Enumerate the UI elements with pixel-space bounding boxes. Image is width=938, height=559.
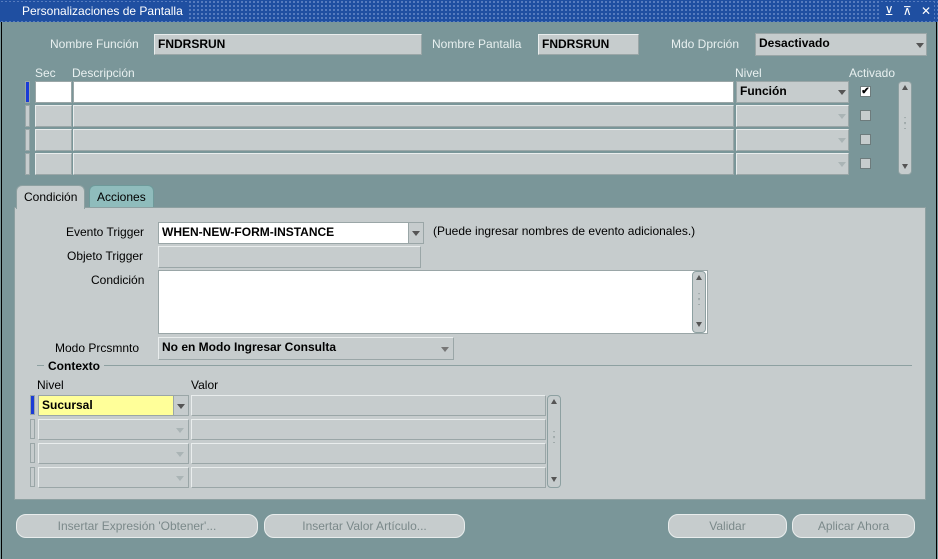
seq-field[interactable]: [35, 105, 72, 127]
insert-item-value-button[interactable]: Insertar Valor Artículo...: [264, 514, 465, 538]
context-row-indicator-current[interactable]: [30, 395, 35, 415]
enabled-checkbox[interactable]: [860, 110, 871, 121]
description-field[interactable]: [73, 105, 734, 127]
arrow-down-icon[interactable]: [696, 322, 702, 327]
chevron-down-icon: [176, 475, 184, 481]
seq-field[interactable]: [35, 81, 72, 103]
chevron-down-icon: [838, 114, 846, 119]
trigger-object-label: Objeto Trigger: [67, 249, 144, 263]
context-level-header: Nivel: [37, 378, 64, 392]
grid-scrollbar[interactable]: ⁚ ⁚: [898, 81, 912, 175]
enabled-checkbox[interactable]: [860, 134, 871, 145]
chevron-down-icon: [177, 403, 185, 409]
level-select[interactable]: Función: [736, 81, 849, 103]
processing-mode-value: No en Modo Ingresar Consulta: [162, 340, 337, 354]
seq-field[interactable]: [35, 129, 72, 151]
chevron-down-icon: [916, 42, 924, 48]
level-column-header: Nivel: [735, 66, 762, 80]
context-value-field[interactable]: [191, 467, 546, 488]
seq-column-header: Sec: [35, 66, 56, 80]
apply-now-button[interactable]: Aplicar Ahora: [792, 514, 915, 538]
debug-mode-label: Mdo Dprción: [671, 37, 740, 51]
condition-scrollbar[interactable]: ⁚ ⁚: [692, 271, 706, 333]
enabled-checkbox[interactable]: ✔: [860, 86, 871, 97]
function-name-label: Nombre Función: [50, 37, 139, 51]
window-controls[interactable]: ⊻ ⊼ ✕: [880, 2, 934, 20]
arrow-up-icon[interactable]: [696, 275, 702, 280]
chevron-down-icon: [838, 90, 846, 95]
trigger-event-hint: (Puede ingresar nombres de evento adicio…: [433, 224, 696, 238]
condition-textarea[interactable]: [158, 270, 708, 334]
context-level-select[interactable]: [38, 467, 189, 488]
arrow-down-icon[interactable]: [551, 477, 557, 482]
trigger-event-value: WHEN-NEW-FORM-INSTANCE: [162, 225, 335, 239]
context-title: Contexto: [44, 359, 104, 373]
level-select[interactable]: [736, 153, 849, 175]
scroll-grip-icon[interactable]: ⁚ ⁚: [901, 117, 909, 131]
context-level-select[interactable]: [38, 419, 189, 440]
processing-mode-select[interactable]: No en Modo Ingresar Consulta: [158, 337, 454, 360]
scroll-grip-icon[interactable]: ⁚ ⁚: [695, 293, 703, 307]
arrow-up-icon[interactable]: [902, 85, 908, 90]
arrow-down-icon[interactable]: [902, 164, 908, 169]
description-field[interactable]: [73, 153, 734, 175]
trigger-event-dropdown[interactable]: [408, 223, 423, 243]
trigger-event-label: Evento Trigger: [66, 225, 145, 239]
function-name-field[interactable]: FNDRSRUN: [154, 34, 422, 55]
chevron-down-icon: [176, 451, 184, 457]
chevron-down-icon: [441, 346, 449, 352]
seq-field[interactable]: [35, 153, 72, 175]
chevron-down-icon: [412, 231, 420, 236]
enabled-checkbox[interactable]: [860, 158, 871, 169]
description-field[interactable]: [73, 81, 734, 103]
row-indicator-current[interactable]: [25, 81, 30, 103]
enabled-column-header: Activado: [849, 66, 896, 80]
context-level-dropdown[interactable]: [173, 396, 188, 415]
form-name-field[interactable]: FNDRSRUN: [538, 34, 639, 55]
context-value-field[interactable]: [191, 443, 546, 464]
row-indicator[interactable]: [25, 129, 30, 151]
context-value-field[interactable]: [191, 395, 546, 416]
description-field[interactable]: [73, 129, 734, 151]
level-select[interactable]: [736, 129, 849, 151]
trigger-object-field[interactable]: [158, 246, 421, 268]
context-row-indicator[interactable]: [30, 467, 35, 487]
validate-button[interactable]: Validar: [668, 514, 787, 538]
context-level-value: Sucursal: [42, 398, 93, 412]
chevron-down-icon: [838, 138, 846, 143]
debug-mode-value: Desactivado: [759, 36, 830, 50]
chevron-down-icon: [176, 427, 184, 433]
debug-mode-select[interactable]: Desactivado: [755, 33, 927, 56]
row-indicator[interactable]: [25, 105, 30, 127]
description-column-header: Descripción: [72, 66, 135, 80]
trigger-event-field[interactable]: WHEN-NEW-FORM-INSTANCE: [158, 222, 424, 244]
level-value: Función: [740, 84, 787, 98]
context-value-header: Valor: [191, 378, 219, 392]
context-level-select[interactable]: Sucursal: [38, 395, 189, 416]
chevron-down-icon: [838, 162, 846, 167]
context-value-field[interactable]: [191, 419, 546, 440]
arrow-up-icon[interactable]: [551, 399, 557, 404]
row-indicator[interactable]: [25, 153, 30, 175]
context-divider: [37, 365, 912, 366]
insert-get-expression-button[interactable]: Insertar Expresión 'Obtener'...: [16, 514, 258, 538]
condition-label: Condición: [91, 273, 145, 287]
context-row-indicator[interactable]: [30, 443, 35, 463]
processing-mode-label: Modo Prcsmnto: [55, 341, 140, 355]
window-title: Personalizaciones de Pantalla: [0, 2, 187, 20]
scroll-grip-icon[interactable]: ⁚ ⁚: [550, 431, 558, 445]
form-name-label: Nombre Pantalla: [432, 37, 522, 51]
tab-actions[interactable]: Acciones: [89, 185, 154, 209]
level-select[interactable]: [736, 105, 849, 127]
context-level-select[interactable]: [38, 443, 189, 464]
context-scrollbar[interactable]: ⁚ ⁚: [547, 395, 561, 488]
tab-condition[interactable]: Condición: [16, 185, 86, 209]
context-row-indicator[interactable]: [30, 419, 35, 439]
